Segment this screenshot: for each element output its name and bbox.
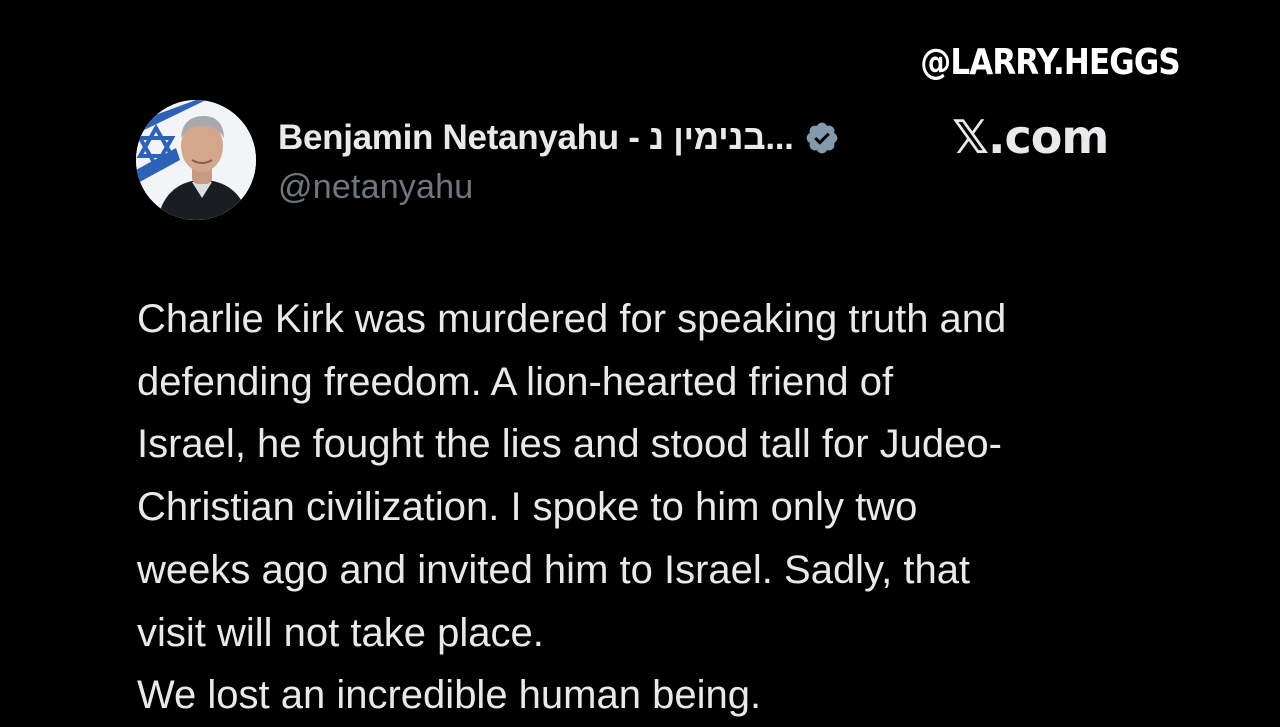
verified-badge-icon	[806, 122, 837, 154]
author-handle[interactable]: @netanyahu	[278, 168, 840, 207]
post-text-line: defending freedom. A lion-hearted friend…	[137, 359, 894, 404]
post-text: Charlie Kirk was murdered for speaking t…	[137, 288, 1197, 727]
post-text-line: Israel, he fought the lies and stood tal…	[137, 422, 1002, 467]
post-text-line: Christian civilization. I spoke to him o…	[137, 485, 918, 530]
avatar-image	[136, 100, 256, 220]
post-text-line: We lost an incredible human being.	[137, 673, 762, 718]
avatar[interactable]	[136, 100, 256, 220]
author-display-name[interactable]: Benjamin Netanyahu - בנימין נ...	[278, 118, 794, 158]
x-com-label: 𝕏.com	[952, 110, 1109, 164]
post-author: Benjamin Netanyahu - בנימין נ... @netany…	[278, 112, 840, 207]
author-name-row: Benjamin Netanyahu - בנימין נ...	[278, 112, 840, 164]
post-text-line: weeks ago and invited him to Israel. Sad…	[137, 547, 971, 592]
post-text-line: Charlie Kirk was murdered for speaking t…	[137, 297, 1007, 341]
watermark: @LARRY.HEGGS	[920, 42, 1180, 83]
post-text-line: visit will not take place.	[137, 610, 544, 655]
